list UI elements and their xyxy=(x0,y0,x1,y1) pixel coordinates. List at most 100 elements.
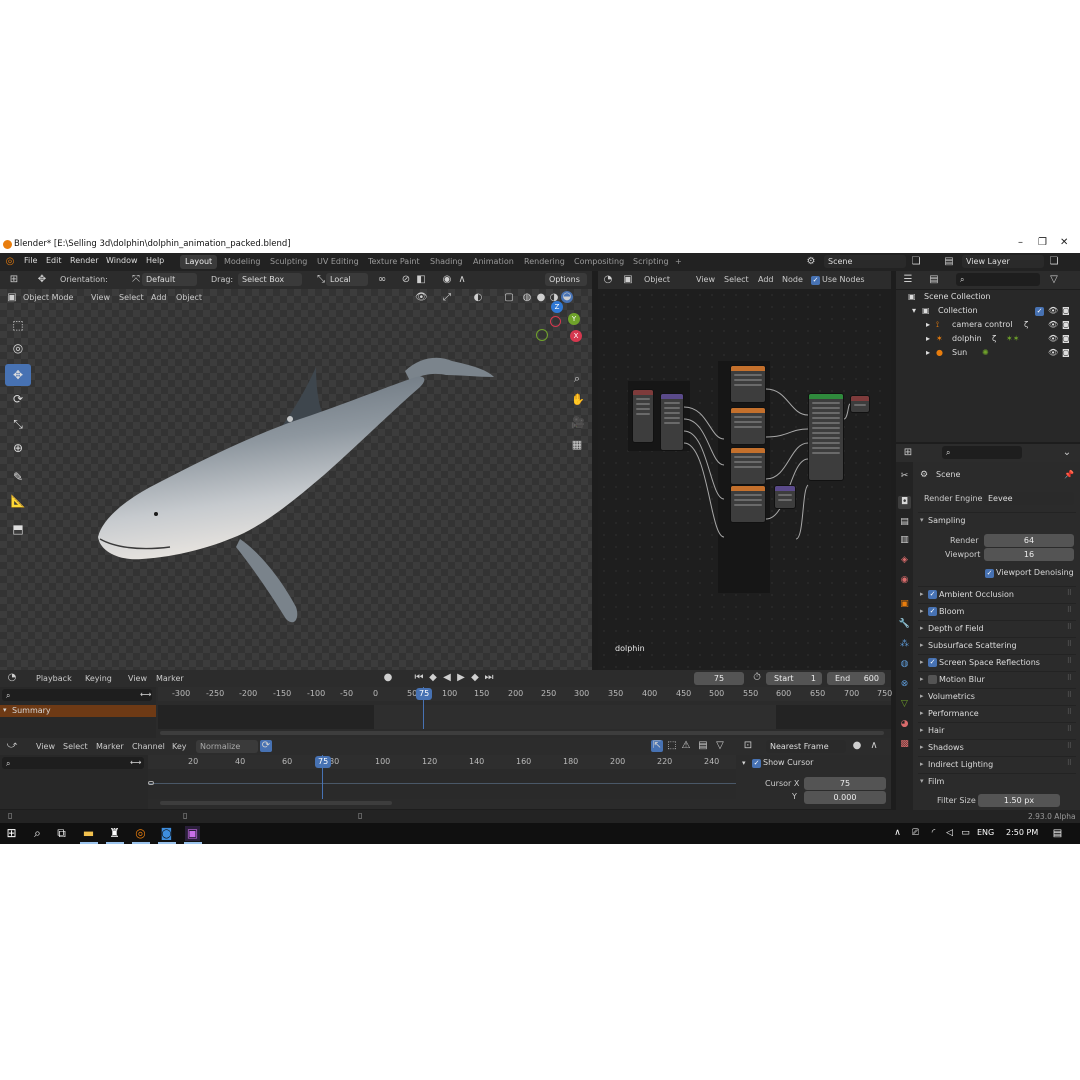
panel-performance[interactable]: ▸ Performance ⠿ xyxy=(918,705,1076,720)
panel-enable-checkbox[interactable]: ✓ xyxy=(928,658,937,667)
premiere-icon[interactable]: ▣ xyxy=(185,826,200,841)
material-tab-icon[interactable]: ◕ xyxy=(898,718,911,731)
outliner-item-camera-control[interactable]: ▸ ⟟ camera control ζ 👁 ◙ xyxy=(896,318,1080,332)
texture-tab-icon[interactable]: ▩ xyxy=(898,738,911,751)
timeline-menu-view[interactable]: View xyxy=(128,674,147,683)
panel-screen-space-reflections[interactable]: ▸ ✓ Screen Space Reflections ⠿ xyxy=(918,654,1076,669)
filter-size-field[interactable]: 1.50 px xyxy=(978,794,1060,807)
physics-tab-icon[interactable]: ◍ xyxy=(898,658,911,671)
rendered-shading-icon[interactable]: ◒ xyxy=(561,291,573,303)
new-view-layer-icon[interactable]: ❏ xyxy=(1048,256,1060,268)
particles-tab-icon[interactable]: ⁂ xyxy=(898,638,911,651)
render-tab-icon[interactable]: ◘ xyxy=(898,496,911,509)
cursor-tool-icon[interactable]: ◎ xyxy=(5,337,31,359)
viewport-menu-add[interactable]: Add xyxy=(151,293,167,302)
move-tool-icon[interactable]: ✥ xyxy=(5,364,31,386)
viewport-samples-field[interactable]: 16 xyxy=(984,548,1074,561)
graph-search-input[interactable]: ⌕ xyxy=(2,757,144,769)
annotate-tool-icon[interactable]: ✎ xyxy=(5,466,31,488)
timeline-menu-marker[interactable]: Marker xyxy=(156,674,184,683)
node-image-texture[interactable] xyxy=(730,407,766,445)
node-object-dropdown[interactable]: Object xyxy=(644,275,670,284)
node-normal-map[interactable] xyxy=(774,485,796,509)
fcurve-icon[interactable]: ▤ xyxy=(697,740,709,752)
snap-icon[interactable]: ⊘ xyxy=(400,274,412,286)
gizmo-y-axis[interactable]: Y xyxy=(568,313,580,325)
tab-animation[interactable]: Animation xyxy=(468,255,519,269)
drag-handle-icon[interactable]: ⠿ xyxy=(1067,640,1072,648)
expand-icon[interactable]: ▸ xyxy=(926,320,930,329)
blender-menu-icon[interactable]: ◎ xyxy=(4,256,16,268)
gizmo-neg-y-axis[interactable] xyxy=(536,329,548,341)
rotate-tool-icon[interactable]: ⟳ xyxy=(5,388,31,410)
panel-enable-checkbox[interactable]: ✓ xyxy=(928,607,937,616)
data-tab-icon[interactable]: ▽ xyxy=(898,698,911,711)
add-workspace-button[interactable]: + xyxy=(670,255,687,269)
graph-editor[interactable]: ⌕ ⟷ 20 40 60 80 100 120 140 160 180 200 220 240 75 … xyxy=(0,755,891,809)
scene-selector[interactable]: Scene xyxy=(824,255,906,268)
outliner-search-input[interactable]: ⌕ xyxy=(956,273,1040,286)
editor-type-icon[interactable]: ⊞ xyxy=(8,274,20,286)
filter-icon[interactable]: ▽ xyxy=(714,740,726,752)
tray-arrow-icon[interactable]: ∧ xyxy=(890,826,905,841)
close-button[interactable]: ✕ xyxy=(1060,237,1068,248)
timeline-ruler[interactable]: -300 -250 -200 -150 -100 -50 0 50 100 150 200 250 30… xyxy=(158,687,892,701)
panel-enable-checkbox[interactable]: ✓ xyxy=(928,590,937,599)
world-tab-icon[interactable]: ◉ xyxy=(898,574,911,587)
panel-ambient-occlusion[interactable]: ▸ ✓ Ambient Occlusion ⠿ xyxy=(918,586,1076,601)
cursor-y-field[interactable]: 0.000 xyxy=(804,791,886,804)
panel-depth-of-field[interactable]: ▸ Depth of Field ⠿ xyxy=(918,620,1076,635)
panel-enable-checkbox[interactable] xyxy=(928,675,937,684)
drag-handle-icon[interactable]: ⠿ xyxy=(1067,725,1072,733)
network-icon[interactable]: ◜ xyxy=(926,826,941,841)
graph-area[interactable] xyxy=(148,769,736,799)
expand-icon[interactable]: ▸ xyxy=(926,334,930,343)
timeline-scrollbar[interactable] xyxy=(160,731,884,735)
overlay-icon[interactable]: ◐ xyxy=(472,292,484,304)
panel-volumetrics[interactable]: ▸ Volumetrics ⠿ xyxy=(918,688,1076,703)
node-menu-select[interactable]: Select xyxy=(724,275,749,284)
sampling-panel-header[interactable]: ▾ Sampling xyxy=(918,512,1076,527)
pivot-icon[interactable]: ⊡ xyxy=(742,740,754,752)
transform-tool-icon[interactable]: ⊕ xyxy=(5,437,31,459)
menu-file[interactable]: File xyxy=(24,256,37,265)
panel-indirect-lighting[interactable]: ▸ Indirect Lighting ⠿ xyxy=(918,756,1076,771)
filter-icon[interactable]: ▽ xyxy=(1048,274,1060,286)
normalize-toggle[interactable]: Normalize xyxy=(196,740,258,753)
render-samples-field[interactable]: 64 xyxy=(984,534,1074,547)
node-principled-bsdf[interactable] xyxy=(808,393,844,481)
proportional-edit-icon[interactable]: ● xyxy=(851,740,863,752)
camera-render-icon[interactable]: ◙ xyxy=(1062,334,1070,343)
measure-tool-icon[interactable]: 📐 xyxy=(5,490,31,512)
outliner-scene-collection[interactable]: ▣ Scene Collection xyxy=(896,290,1080,304)
proportional-edit-icon[interactable]: ◉ xyxy=(441,274,453,286)
tab-compositing[interactable]: Compositing xyxy=(569,255,629,269)
panel-bloom[interactable]: ▸ ✓ Bloom ⠿ xyxy=(918,603,1076,618)
menu-render[interactable]: Render xyxy=(70,256,98,265)
drag-handle-icon[interactable]: ⠿ xyxy=(1067,674,1072,682)
graph-playhead-badge[interactable]: 75 xyxy=(315,756,332,768)
output-tab-icon[interactable]: ▤ xyxy=(898,516,911,529)
ortho-grid-icon[interactable]: ▦ xyxy=(571,439,583,451)
drag-handle-icon[interactable]: ⠿ xyxy=(1067,708,1072,716)
notifications-icon[interactable]: ▤ xyxy=(1050,826,1065,841)
current-frame-field[interactable]: 75 xyxy=(694,672,744,685)
snap-mode-dropdown[interactable]: Nearest Frame xyxy=(766,740,846,753)
gizmo-x-axis[interactable]: X xyxy=(570,330,582,342)
node-image-texture[interactable] xyxy=(730,447,766,485)
outliner-item-sun[interactable]: ▸ ● Sun ✺ 👁 ◙ xyxy=(896,346,1080,360)
visibility-icon[interactable]: 👁 xyxy=(415,292,428,304)
graph-editor-type-icon[interactable]: ⤻ xyxy=(6,740,18,752)
node-image-texture[interactable] xyxy=(730,485,766,523)
graph-ruler[interactable]: 20 40 60 80 100 120 140 160 180 200 220 240 xyxy=(148,755,736,769)
next-keyframe-icon[interactable]: ◆ xyxy=(469,672,481,684)
viewport-menu-object[interactable]: Object xyxy=(176,293,202,302)
keyframe-point[interactable] xyxy=(148,781,154,785)
gizmo-toggle-icon[interactable]: ⤢ xyxy=(441,292,453,304)
tool-tab-icon[interactable]: ✂ xyxy=(898,470,911,483)
drag-handle-icon[interactable]: ⠿ xyxy=(1067,657,1072,665)
pin-icon[interactable]: 📌 xyxy=(1064,470,1074,479)
panel-subsurface-scattering[interactable]: ▸ Subsurface Scattering ⠿ xyxy=(918,637,1076,652)
playhead-frame-badge[interactable]: 75 xyxy=(416,688,433,700)
node-menu-view[interactable]: View xyxy=(696,275,715,284)
